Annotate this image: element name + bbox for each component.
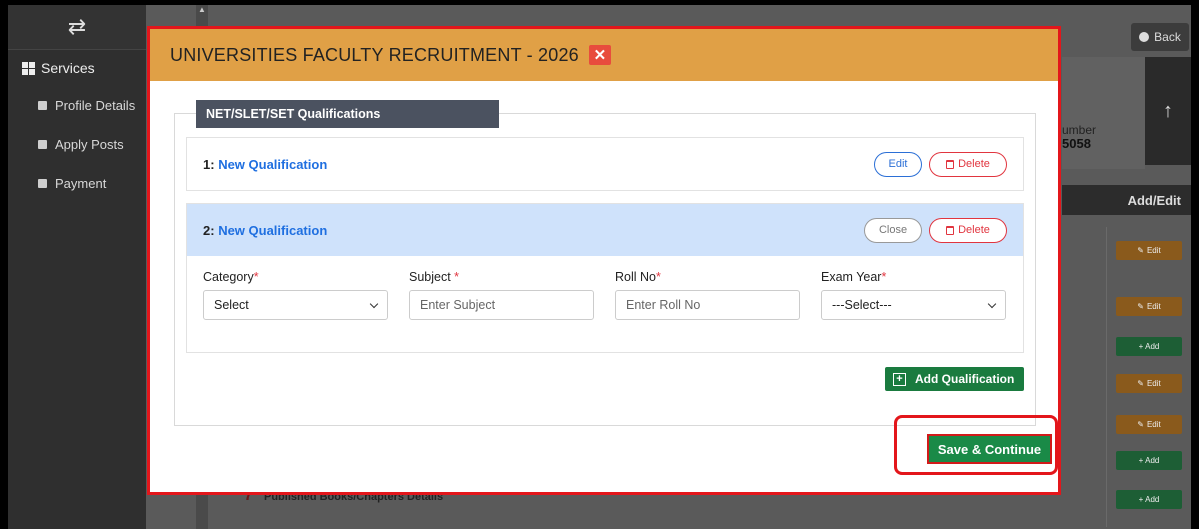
trash-icon — [946, 159, 955, 169]
required-mark: * — [253, 270, 259, 284]
qualification-number: 1: — [203, 156, 215, 172]
chevron-down-icon — [369, 299, 379, 308]
edit-button[interactable]: Edit — [874, 151, 922, 177]
qualification-form: Category* Select Subject * Enter Subject… — [187, 256, 1023, 320]
subject-label: Subject * — [409, 270, 594, 284]
sidebar-item-profile-details[interactable]: Profile Details — [8, 86, 146, 125]
roll-no-field: Roll No* Enter Roll No — [615, 270, 800, 320]
exam-year-field: Exam Year* ---Select--- — [821, 270, 1006, 320]
label-text: Subject — [409, 270, 455, 284]
delete-button[interactable]: Delete — [929, 217, 1007, 243]
sidebar: ⇄ Services Profile Details Apply Posts P… — [8, 5, 146, 529]
roll-no-label: Roll No* — [615, 270, 800, 284]
add-button[interactable]: + Add — [1116, 490, 1182, 509]
back-circle-icon — [1139, 32, 1150, 42]
sidebar-item-apply-posts[interactable]: Apply Posts — [8, 125, 146, 164]
exam-year-label: Exam Year* — [821, 270, 1006, 284]
edit-button[interactable]: ✎ Edit — [1116, 374, 1182, 393]
add-button[interactable]: + Add — [1116, 451, 1182, 470]
swap-arrows-icon: ⇄ — [67, 14, 87, 39]
label-text: Exam Year — [821, 270, 882, 284]
edit-icon: ✎ — [1137, 379, 1144, 388]
save-continue-button[interactable]: Save & Continue — [927, 434, 1052, 464]
table-header-add-edit: Add/Edit — [1062, 185, 1191, 215]
recruitment-modal: UNIVERSITIES FACULTY RECRUITMENT - 2026 … — [147, 26, 1061, 495]
required-mark: * — [454, 270, 460, 284]
category-label: Category* — [203, 270, 388, 284]
exam-year-select[interactable]: ---Select--- — [821, 290, 1006, 320]
chevron-down-icon — [987, 299, 997, 308]
add-label: + Add — [1138, 342, 1160, 351]
edit-label: Edit — [1146, 302, 1161, 311]
back-button[interactable]: Back — [1131, 23, 1189, 51]
sidebar-services-heading: Services — [8, 50, 146, 86]
sidebar-item-label: Apply Posts — [55, 137, 124, 152]
qualification-title: 2: New Qualification — [203, 223, 327, 238]
document-icon — [38, 140, 47, 149]
add-label: + Add — [1138, 456, 1160, 465]
delete-label: Delete — [958, 158, 990, 170]
modal-header: UNIVERSITIES FACULTY RECRUITMENT - 2026 … — [150, 29, 1058, 81]
sidebar-item-label: Payment — [55, 176, 107, 191]
services-icon — [22, 61, 35, 75]
services-label: Services — [41, 60, 95, 76]
subject-input[interactable]: Enter Subject — [409, 290, 594, 320]
scroll-up-icon[interactable]: ▲ — [196, 5, 208, 14]
edit-label: Edit — [1146, 379, 1161, 388]
subject-field: Subject * Enter Subject — [409, 270, 594, 320]
sidebar-item-label: Profile Details — [55, 98, 136, 113]
add-qualification-label: Add Qualification — [915, 372, 1015, 386]
add-button[interactable]: + Add — [1116, 337, 1182, 356]
add-label: + Add — [1138, 495, 1160, 504]
qualification-card-header: 2: New Qualification Close Delete — [187, 204, 1023, 256]
qualification-card: 1: New Qualification Edit Delete — [186, 137, 1024, 191]
qualification-title: 1: New Qualification — [203, 157, 327, 172]
required-mark: * — [881, 270, 887, 284]
edit-icon: ✎ — [1137, 420, 1144, 429]
edit-button[interactable]: ✎ Edit — [1116, 297, 1182, 316]
edit-button[interactable]: ✎ Edit — [1116, 241, 1182, 260]
label-text: Roll No — [615, 270, 656, 284]
edit-icon: ✎ — [1137, 302, 1144, 311]
trash-icon — [946, 225, 955, 235]
number-label: umber — [1062, 123, 1097, 137]
number-value: 5058 — [1062, 136, 1091, 151]
exam-year-value: ---Select--- — [832, 298, 892, 312]
back-label: Back — [1154, 30, 1181, 44]
category-select[interactable]: Select — [203, 290, 388, 320]
roll-no-input[interactable]: Enter Roll No — [615, 290, 800, 320]
qualification-name: New Qualification — [218, 156, 328, 172]
add-qualification-button[interactable]: + Add Qualification — [885, 367, 1024, 391]
sidebar-toggle[interactable]: ⇄ — [8, 5, 146, 50]
qualification-name: New Qualification — [218, 222, 328, 238]
category-field: Category* Select — [203, 270, 388, 320]
edit-label: Edit — [1146, 246, 1161, 255]
document-icon — [38, 101, 47, 110]
required-mark: * — [656, 270, 661, 284]
plus-square-icon: + — [893, 372, 906, 386]
close-icon[interactable]: ✕ — [588, 45, 611, 65]
category-value: Select — [214, 298, 249, 312]
screen: ⇄ Services Profile Details Apply Posts P… — [0, 0, 1199, 529]
document-icon — [38, 179, 47, 188]
qualification-number: 2: — [203, 222, 215, 238]
save-highlight-box: Save & Continue — [894, 415, 1058, 475]
scroll-top-button[interactable]: ↑ — [1145, 57, 1191, 165]
edit-button[interactable]: ✎ Edit — [1116, 415, 1182, 434]
sidebar-item-payment[interactable]: Payment — [8, 164, 146, 203]
delete-label: Delete — [958, 224, 990, 236]
modal-title: UNIVERSITIES FACULTY RECRUITMENT - 2026 — [170, 44, 579, 65]
close-button[interactable]: Close — [864, 217, 922, 243]
qualification-card-expanded: 2: New Qualification Close Delete Catego… — [186, 203, 1024, 353]
edit-icon: ✎ — [1137, 246, 1144, 255]
edit-label: Edit — [1146, 420, 1161, 429]
delete-button[interactable]: Delete — [929, 151, 1007, 177]
background-info-panel — [1062, 57, 1145, 169]
label-text: Category — [203, 270, 254, 284]
background-number: umber 5058 — [1062, 123, 1096, 151]
arrow-up-icon: ↑ — [1163, 99, 1173, 122]
divider — [1106, 227, 1107, 527]
section-title: NET/SLET/SET Qualifications — [196, 100, 499, 128]
